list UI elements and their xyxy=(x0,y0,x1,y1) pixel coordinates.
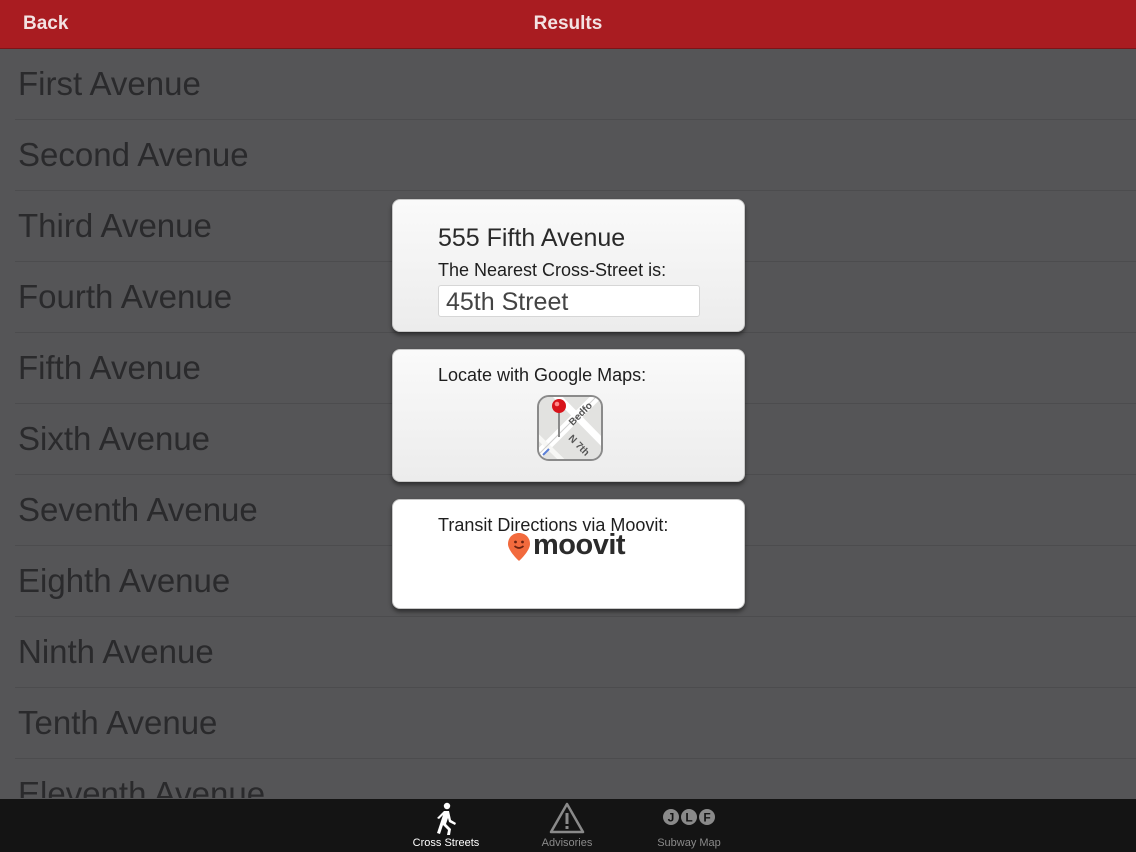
tab-bar: Cross Streets Advisories J L F Subway Ma… xyxy=(0,799,1136,852)
list-item-label: Fourth Avenue xyxy=(18,278,233,315)
cross-street-result-card: 555 Fifth Avenue The Nearest Cross-Stree… xyxy=(392,199,745,332)
list-item-label: Ninth Avenue xyxy=(18,633,214,670)
moovit-pin-icon xyxy=(508,533,530,561)
tab-advisories[interactable]: Advisories xyxy=(512,799,622,852)
pedestrian-icon xyxy=(437,802,456,835)
list-item[interactable]: First Avenue xyxy=(15,49,1136,120)
moovit-wordmark: moovit xyxy=(533,529,626,561)
subway-line-f: F xyxy=(703,811,710,825)
list-item[interactable]: Ninth Avenue xyxy=(15,617,1136,688)
tab-label: Subway Map xyxy=(657,837,721,849)
navigation-bar: Back Results xyxy=(0,0,1136,49)
subway-line-l: L xyxy=(685,811,692,825)
list-item-label: Third Avenue xyxy=(18,207,212,244)
list-item-label: Second Avenue xyxy=(18,136,249,173)
list-item[interactable]: Eleventh Avenue xyxy=(15,759,1136,798)
moovit-logo[interactable]: moovit xyxy=(507,529,637,564)
list-item-label: First Avenue xyxy=(18,65,201,102)
address-title: 555 Fifth Avenue xyxy=(438,224,626,252)
tab-cross-streets[interactable]: Cross Streets xyxy=(391,799,501,852)
nearest-cross-street-label: The Nearest Cross-Street is: xyxy=(438,260,667,280)
google-maps-label: Locate with Google Maps: xyxy=(438,365,647,385)
google-maps-icon[interactable]: Bedfo N 7th xyxy=(537,395,603,461)
tab-label: Cross Streets xyxy=(412,837,480,849)
list-item-label: Eighth Avenue xyxy=(18,562,231,599)
subway-lines-icon: J L F xyxy=(663,809,715,825)
list-item[interactable]: Tenth Avenue xyxy=(15,688,1136,759)
list-item-label: Seventh Avenue xyxy=(18,491,258,528)
list-item-label: Sixth Avenue xyxy=(18,420,211,457)
list-item-label: Eleventh Avenue xyxy=(18,775,266,798)
warning-icon xyxy=(549,802,585,834)
page-title: Results xyxy=(533,13,603,34)
moovit-card[interactable]: Transit Directions via Moovit: moovit xyxy=(392,499,745,609)
list-item-label: Fifth Avenue xyxy=(18,349,201,386)
google-maps-card[interactable]: Locate with Google Maps: Bedfo N 7th xyxy=(392,349,745,482)
tab-subway-map[interactable]: J L F Subway Map xyxy=(634,799,744,852)
subway-line-j: J xyxy=(668,811,675,825)
list-item[interactable]: Second Avenue xyxy=(15,120,1136,191)
tab-label: Advisories xyxy=(541,837,593,849)
list-item-label: Tenth Avenue xyxy=(18,704,218,741)
cross-street-field[interactable]: 45th Street xyxy=(438,285,700,317)
